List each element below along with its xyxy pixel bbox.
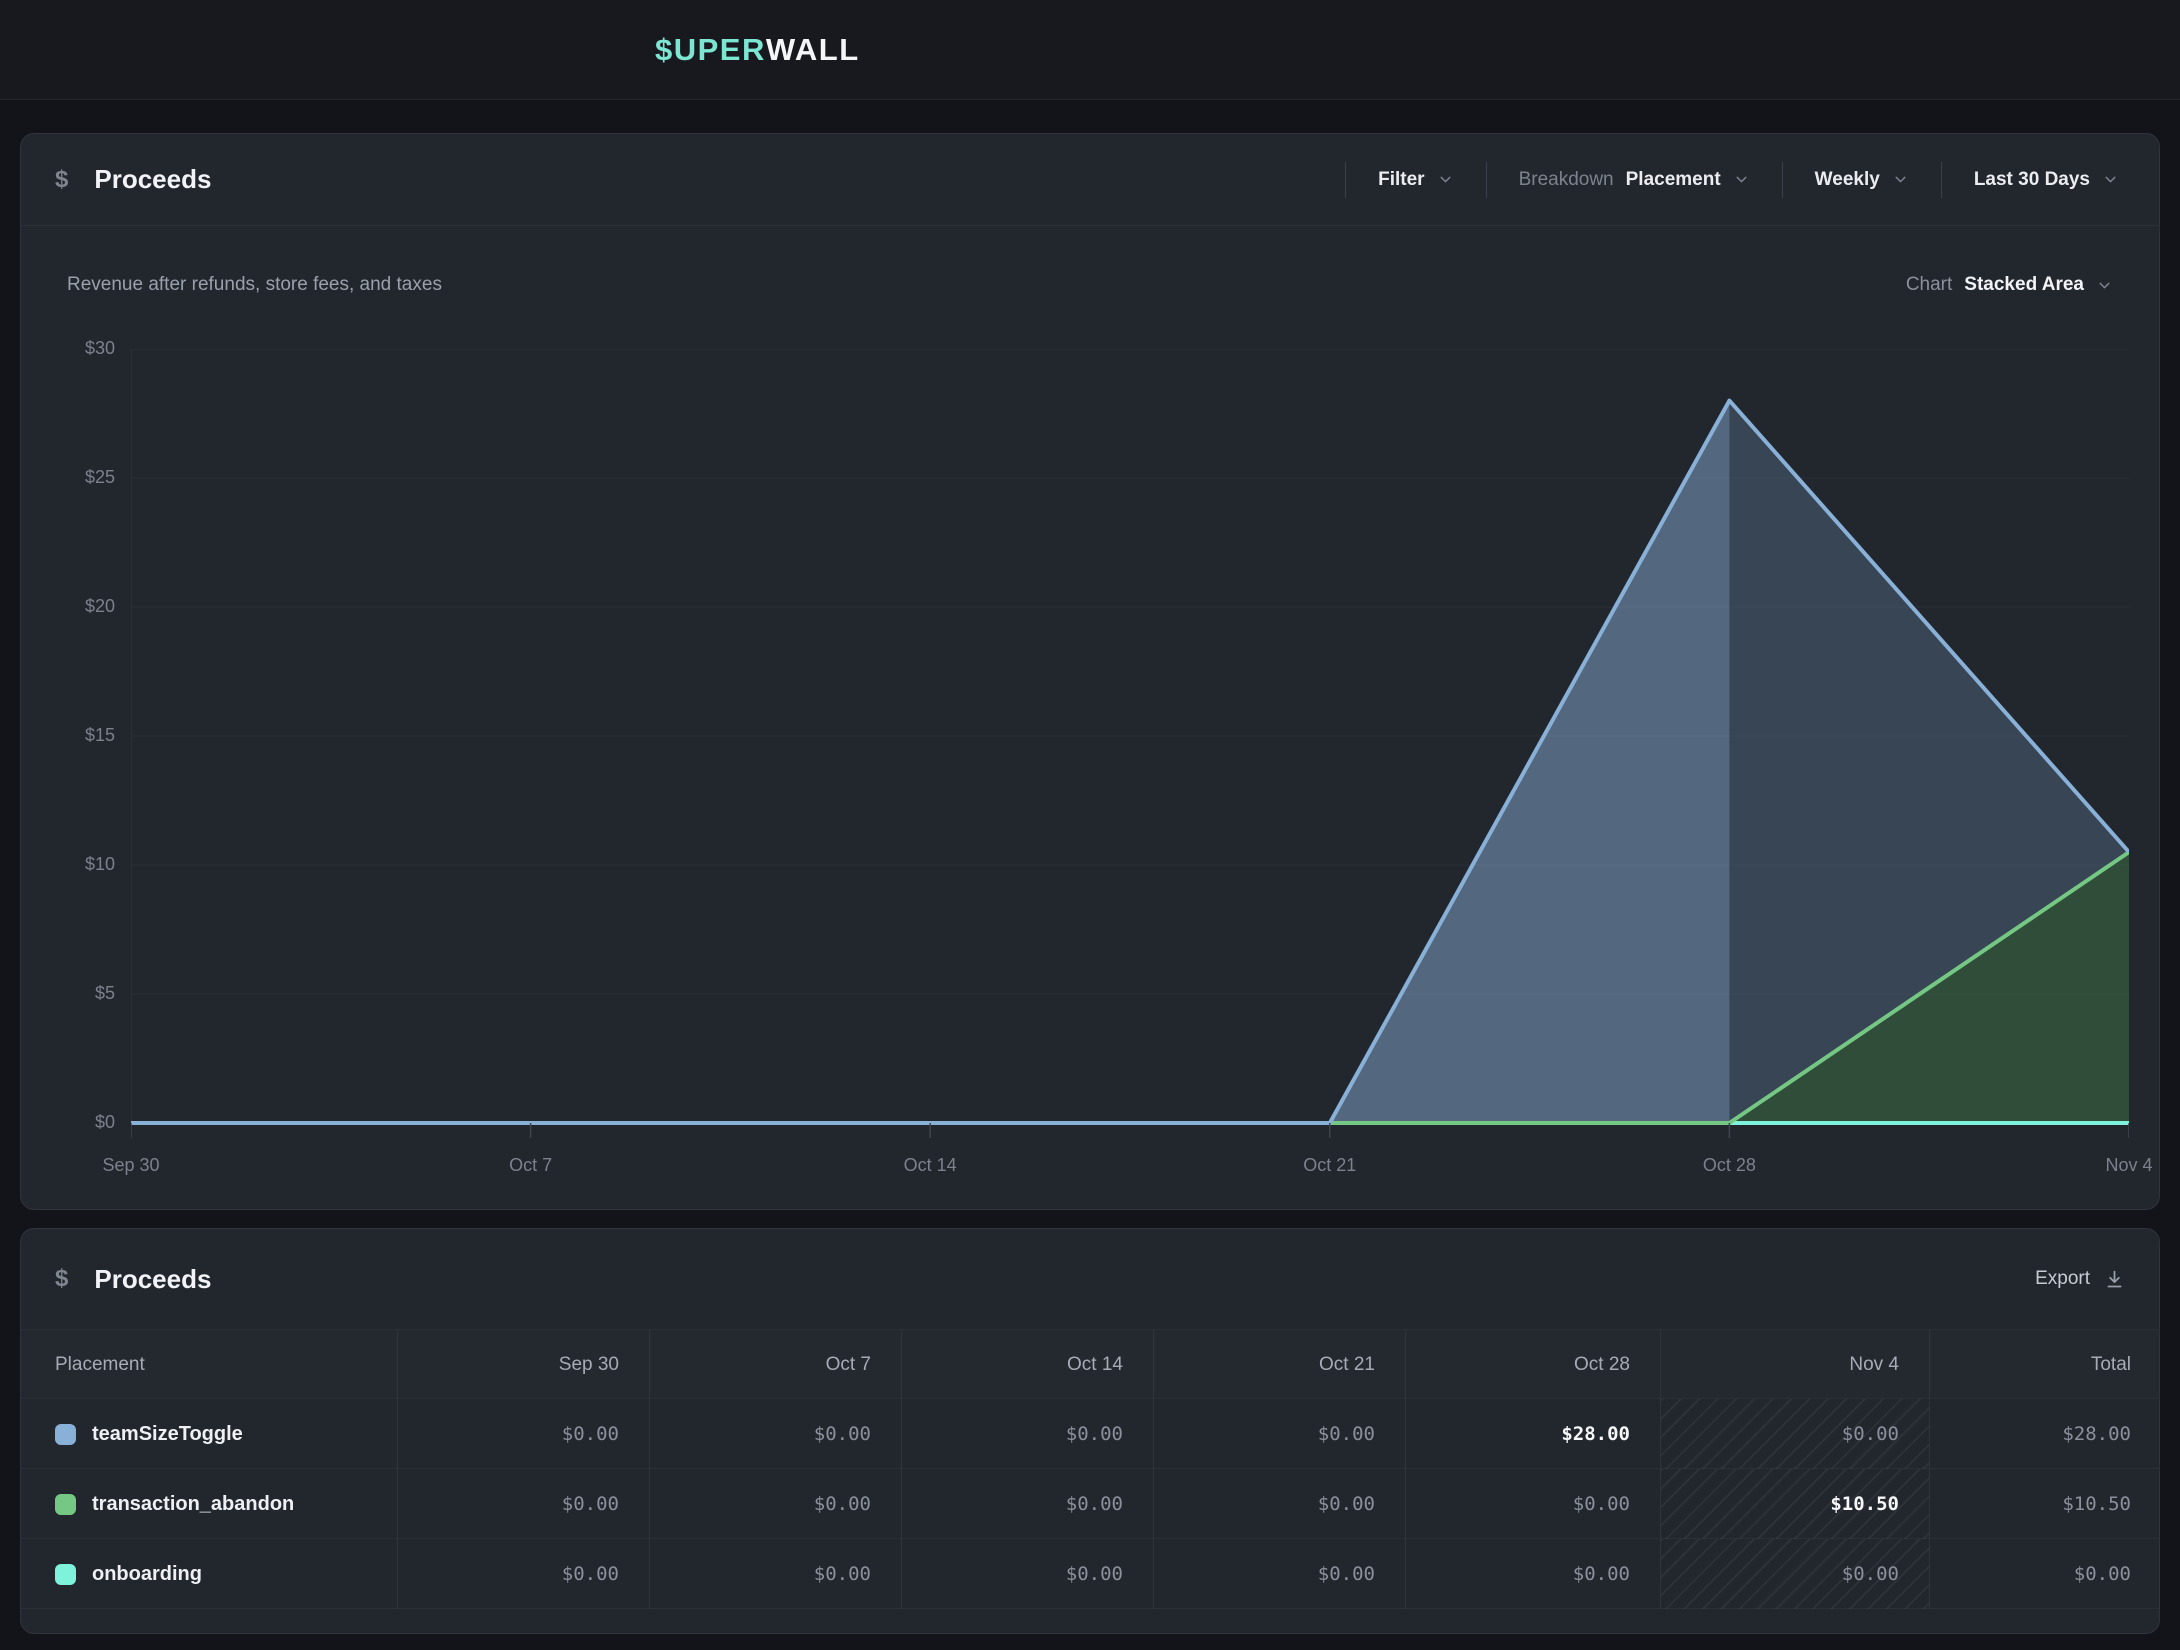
proceeds-table-panel: $ Proceeds Export PlacementSep 30Oct 7Oc… <box>20 1228 2160 1634</box>
proceeds-chart-panel: $ Proceeds Filter Breakdown Placement We… <box>20 133 2160 1210</box>
y-axis-label: $5 <box>25 983 115 1004</box>
date-range-value: Last 30 Days <box>1974 169 2090 191</box>
table-row[interactable]: onboarding$0.00$0.00$0.00$0.00$0.00$0.00… <box>21 1539 2159 1609</box>
value-cell: $0.00 <box>397 1469 649 1539</box>
panel-title: Proceeds <box>94 1264 211 1295</box>
value-cell: $0.00 <box>1660 1399 1929 1469</box>
column-header: Nov 4 <box>1660 1330 1929 1400</box>
series-swatch <box>55 1424 76 1445</box>
chart-type-control[interactable]: Chart Stacked Area <box>1906 274 2113 296</box>
x-axis-label: Oct 14 <box>860 1155 1000 1176</box>
column-header: Oct 21 <box>1153 1330 1405 1400</box>
filter-control[interactable]: Filter <box>1346 134 1485 226</box>
value-cell: $0.00 <box>901 1399 1153 1469</box>
chevron-down-icon <box>1892 171 1909 188</box>
value-cell: $0.00 <box>397 1539 649 1609</box>
logo-suffix: WALL <box>766 32 860 68</box>
export-label: Export <box>2035 1268 2090 1290</box>
y-axis-label: $25 <box>25 467 115 488</box>
x-axis-label: Sep 30 <box>61 1155 201 1176</box>
breakdown-value: Placement <box>1626 169 1721 191</box>
placements-table: PlacementSep 30Oct 7Oct 14Oct 21Oct 28No… <box>21 1329 2159 1609</box>
panel-title: Proceeds <box>94 164 211 195</box>
export-button[interactable]: Export <box>2035 1268 2125 1290</box>
placement-cell: teamSizeToggle <box>21 1399 397 1469</box>
value-cell: $0.00 <box>1153 1399 1405 1469</box>
total-cell: $28.00 <box>1929 1399 2161 1469</box>
value-cell: $0.00 <box>397 1399 649 1469</box>
y-axis-label: $10 <box>25 854 115 875</box>
logo-prefix: $UPER <box>655 32 766 68</box>
column-header: Oct 28 <box>1405 1330 1660 1400</box>
chevron-down-icon <box>1733 171 1750 188</box>
x-axis-label: Oct 21 <box>1260 1155 1400 1176</box>
chart-panel-header: $ Proceeds Filter Breakdown Placement We… <box>21 134 2159 226</box>
x-axis-label: Oct 7 <box>461 1155 601 1176</box>
value-cell: $10.50 <box>1660 1469 1929 1539</box>
value-cell: $28.00 <box>1405 1399 1660 1469</box>
table-panel-header: $ Proceeds Export <box>21 1229 2159 1329</box>
dollar-icon: $ <box>55 166 68 194</box>
breakdown-label: Breakdown <box>1519 169 1614 191</box>
table-row[interactable]: teamSizeToggle$0.00$0.00$0.00$0.00$28.00… <box>21 1399 2159 1469</box>
value-cell: $0.00 <box>1153 1539 1405 1609</box>
series-swatch <box>55 1564 76 1585</box>
date-range-control[interactable]: Last 30 Days <box>1942 134 2125 226</box>
column-header: Oct 14 <box>901 1330 1153 1400</box>
placement-cell: onboarding <box>21 1539 397 1609</box>
placement-name: onboarding <box>92 1563 202 1586</box>
total-cell: $10.50 <box>1929 1469 2161 1539</box>
series-swatch <box>55 1494 76 1515</box>
value-cell: $0.00 <box>901 1539 1153 1609</box>
placement-name: teamSizeToggle <box>92 1423 243 1446</box>
y-axis-label: $30 <box>25 338 115 359</box>
filter-label: Filter <box>1378 169 1424 191</box>
value-cell: $0.00 <box>649 1399 901 1469</box>
total-cell: $0.00 <box>1929 1539 2161 1609</box>
chart-type-label: Chart <box>1906 274 1952 296</box>
breakdown-control[interactable]: Breakdown Placement <box>1487 134 1782 226</box>
interval-control[interactable]: Weekly <box>1783 134 1941 226</box>
y-axis-label: $20 <box>25 596 115 617</box>
chevron-down-icon <box>2102 171 2119 188</box>
value-cell: $0.00 <box>649 1539 901 1609</box>
chevron-down-icon <box>2096 277 2113 294</box>
placement-name: transaction_abandon <box>92 1493 294 1516</box>
value-cell: $0.00 <box>649 1469 901 1539</box>
dollar-icon: $ <box>55 1265 68 1293</box>
topbar-logo[interactable]: $UPERWALL <box>655 0 860 100</box>
chart-controls: Filter Breakdown Placement Weekly Last 3… <box>1345 134 2125 226</box>
incomplete-period-overlay <box>1729 401 2129 1123</box>
value-cell: $0.00 <box>901 1469 1153 1539</box>
chart-type-value: Stacked Area <box>1964 274 2084 296</box>
x-axis-label: Nov 4 <box>2059 1155 2180 1176</box>
y-axis-label: $15 <box>25 725 115 746</box>
chart-plot-svg <box>131 349 2129 1139</box>
column-header: Sep 30 <box>397 1330 649 1400</box>
y-axis-label: $0 <box>25 1112 115 1133</box>
download-icon <box>2104 1269 2125 1290</box>
value-cell: $0.00 <box>1405 1469 1660 1539</box>
column-header: Total <box>1929 1330 2161 1400</box>
value-cell: $0.00 <box>1153 1469 1405 1539</box>
table-header-row: PlacementSep 30Oct 7Oct 14Oct 21Oct 28No… <box>21 1329 2159 1399</box>
chart-subheader: Revenue after refunds, store fees, and t… <box>67 274 2113 296</box>
x-axis-label: Oct 28 <box>1659 1155 1799 1176</box>
value-cell: $0.00 <box>1405 1539 1660 1609</box>
interval-value: Weekly <box>1815 169 1880 191</box>
value-cell: $0.00 <box>1660 1539 1929 1609</box>
top-bar: $UPERWALL <box>0 0 2180 100</box>
column-header: Placement <box>21 1330 397 1400</box>
placement-cell: transaction_abandon <box>21 1469 397 1539</box>
table-row[interactable]: transaction_abandon$0.00$0.00$0.00$0.00$… <box>21 1469 2159 1539</box>
chart-subtitle: Revenue after refunds, store fees, and t… <box>67 274 442 296</box>
chart-plot[interactable]: $30$25$20$15$10$5$0Sep 30Oct 7Oct 14Oct … <box>131 349 2129 1139</box>
chevron-down-icon <box>1437 171 1454 188</box>
column-header: Oct 7 <box>649 1330 901 1400</box>
